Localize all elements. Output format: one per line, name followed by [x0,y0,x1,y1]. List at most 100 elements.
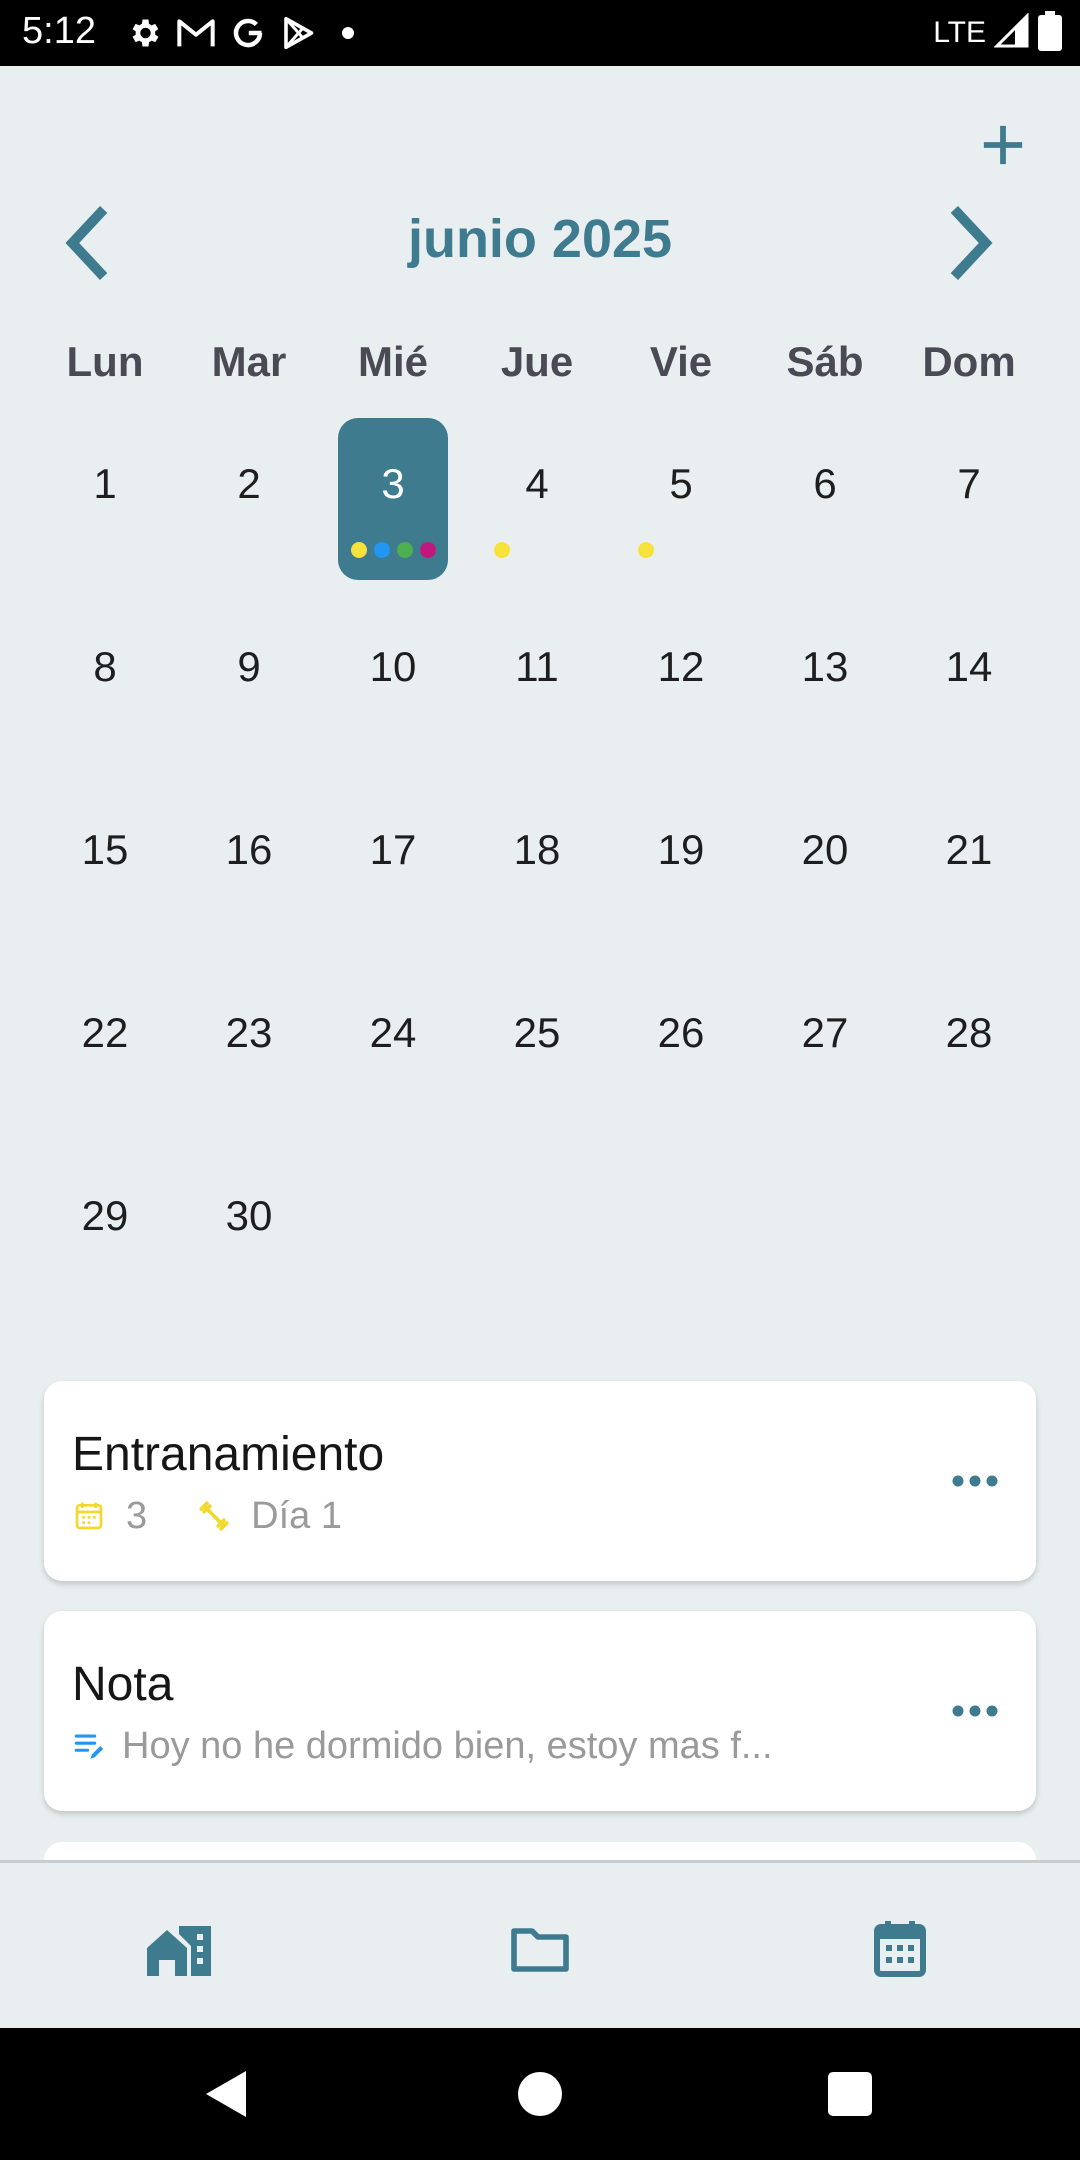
day-number: 3 [381,460,405,507]
weekday-header: Sáb [786,338,864,385]
add-entry-button[interactable] [970,112,1036,178]
calendar-day[interactable]: 28 [914,967,1024,1129]
calendar-day[interactable]: 25 [482,967,592,1129]
calendar-day[interactable]: 9 [194,601,304,763]
entry-card-note[interactable]: Nota Hoy no he dormido bien, estoy mas f… [44,1611,1036,1811]
event-dots [626,542,736,558]
home-icon [147,1926,211,1976]
event-dot [373,542,390,558]
nav-home-button[interactable] [120,1903,240,1993]
day-number: 21 [945,826,993,873]
system-recents-button[interactable] [810,2054,890,2134]
more-options-button[interactable] [940,1683,1010,1739]
event-dot [638,542,654,558]
back-triangle-icon [206,2071,246,2117]
more-horizontal-icon [952,1475,998,1487]
calendar-day[interactable]: 16 [194,784,304,946]
day-number: 19 [657,826,705,873]
status-bar: 5:12 LTE [0,0,1080,66]
calendar-day-selected[interactable]: 3 [338,418,448,580]
day-number: 24 [369,1009,417,1056]
weekday-header: Mié [357,338,428,385]
gmail-icon [176,16,216,50]
plus-icon [983,125,1023,165]
calendar-day[interactable]: 1 [50,418,160,580]
next-month-button[interactable] [930,200,1010,286]
entry-title: Nota [72,1658,174,1711]
day-number: 27 [801,1009,849,1056]
calendar-day[interactable]: 29 [50,1150,160,1312]
calendar-day[interactable]: 10 [338,601,448,763]
calendar-day[interactable]: 6 [770,418,880,580]
status-time: 5:12 [22,10,96,52]
entry-meta: Hoy no he dormido bien, estoy mas f... [72,1723,773,1769]
calendar-day[interactable]: 17 [338,784,448,946]
calendar-day[interactable]: 13 [770,601,880,763]
calendar-day[interactable]: 15 [50,784,160,946]
day-number: 14 [945,643,993,690]
month-title: junio 2025 [407,209,673,269]
calendar-day[interactable]: 11 [482,601,592,763]
dumbbell-icon [197,1499,231,1533]
entry-meta: 3 Día 1 [72,1493,342,1539]
day-number: 17 [369,826,417,873]
calendar-day[interactable]: 30 [194,1150,304,1312]
calendar-day[interactable]: 20 [770,784,880,946]
entry-card-workout[interactable]: Entranamiento 3 Día 1 [44,1381,1036,1581]
calendar-day[interactable]: 23 [194,967,304,1129]
system-home-button[interactable] [500,2054,580,2134]
day-number: 4 [525,460,549,507]
calendar-day[interactable]: 19 [626,784,736,946]
battery-icon [1038,10,1062,56]
calendar-day[interactable]: 18 [482,784,592,946]
more-options-button[interactable] [940,1453,1010,1509]
event-dots [338,542,448,558]
calendar-day[interactable]: 2 [194,418,304,580]
calendar-day[interactable]: 14 [914,601,1024,763]
day-number: 11 [515,643,559,690]
system-back-button[interactable] [186,2054,266,2134]
calendar-day[interactable]: 26 [626,967,736,1129]
weekday-header: Vie [649,338,713,385]
day-number: 25 [513,1009,561,1056]
day-number: 8 [93,643,117,690]
calendar-day[interactable]: 5 [626,418,736,580]
calendar-day[interactable]: 27 [770,967,880,1129]
calendar-day[interactable]: 4 [482,418,592,580]
play-store-icon [280,15,316,51]
day-number: 12 [657,643,705,690]
calendar-day[interactable]: 22 [50,967,160,1129]
day-number: 18 [513,826,561,873]
network-type: LTE [933,16,986,49]
nav-folder-button[interactable] [480,1903,600,1993]
bottom-navigation [0,1860,1080,2028]
calendar-small-icon [72,1499,106,1533]
day-number: 26 [657,1009,705,1056]
note-edit-icon [72,1729,106,1763]
day-number: 16 [225,826,273,873]
weekday-header: Lun [66,338,144,385]
nav-calendar-button[interactable] [840,1903,960,1993]
notification-dot-icon [342,27,354,39]
event-dot [396,542,413,558]
google-icon [230,15,266,51]
entry-title: Entranamiento [72,1428,385,1481]
calendar-day[interactable]: 24 [338,967,448,1129]
day-number: 30 [225,1192,273,1239]
home-circle-icon [518,2072,562,2116]
folder-icon [511,1928,569,1972]
day-number: 28 [945,1009,993,1056]
calendar-day[interactable]: 8 [50,601,160,763]
event-dot [419,542,436,558]
weekday-header: Mar [211,338,287,385]
note-preview: Hoy no he dormido bien, estoy mas f... [122,1724,773,1767]
calendar-day[interactable]: 21 [914,784,1024,946]
recents-square-icon [828,2072,872,2116]
day-number: 7 [957,460,981,507]
day-number: 20 [801,826,849,873]
day-number: 15 [81,826,129,873]
day-number: 10 [369,643,417,690]
status-notification-icons [126,12,354,54]
calendar-day[interactable]: 12 [626,601,736,763]
calendar-day[interactable]: 7 [914,418,1024,580]
